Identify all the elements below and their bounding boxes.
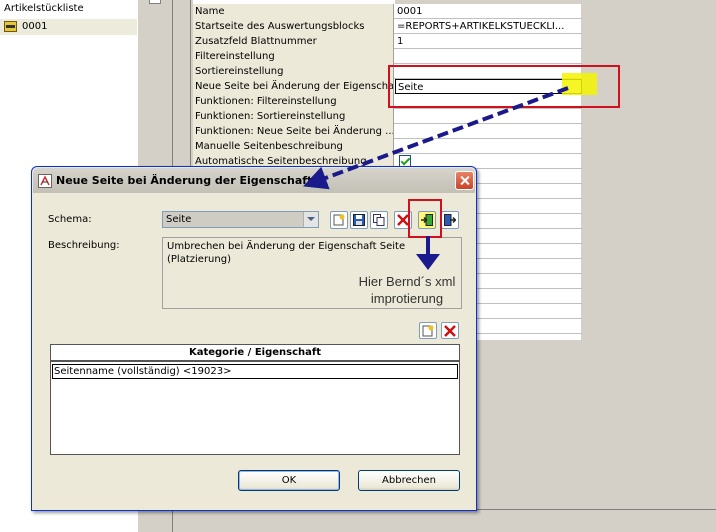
annotation-highlight-top bbox=[562, 73, 597, 95]
schema-dropdown[interactable]: Seite bbox=[162, 211, 319, 228]
property-value[interactable] bbox=[395, 49, 582, 64]
property-row[interactable]: Filtereinstellung bbox=[193, 49, 582, 64]
new-icon bbox=[422, 325, 434, 337]
property-name: Neue Seite bei Änderung der Eigenschaft bbox=[193, 79, 394, 94]
table-header: Kategorie / Eigenschaft bbox=[51, 345, 459, 362]
property-value[interactable] bbox=[395, 139, 582, 154]
app-icon bbox=[38, 174, 52, 188]
property-row[interactable]: Zusatzfeld Blattnummer 1 bbox=[193, 34, 582, 49]
dialog-title: Neue Seite bei Änderung der Eigenschaft bbox=[56, 174, 313, 187]
property-name: Name bbox=[193, 4, 394, 19]
delete-icon bbox=[444, 325, 456, 337]
table-row[interactable]: Seitenname (vollständig) <19023> bbox=[52, 364, 458, 379]
property-row[interactable]: Name 0001 bbox=[193, 4, 582, 19]
annotation-text-line-1: Hier Bernd´s xml bbox=[358, 274, 456, 289]
property-value[interactable]: =REPORTS+ARTIKELKSTUECKLI... bbox=[395, 19, 582, 34]
property-value[interactable] bbox=[395, 109, 582, 124]
new-icon bbox=[333, 214, 345, 226]
property-row[interactable]: Startseite des Auswertungsblocks =REPORTS… bbox=[193, 19, 582, 34]
add-property-button[interactable] bbox=[419, 322, 437, 339]
property-name: Sortiereinstellung bbox=[193, 64, 394, 79]
printer-icon bbox=[4, 21, 17, 32]
tree-node-0001[interactable]: 0001 bbox=[0, 19, 137, 35]
tree-node-label: 0001 bbox=[22, 21, 48, 32]
ok-button[interactable]: OK bbox=[238, 470, 340, 491]
annotation-text-line-2: improtierung bbox=[370, 291, 444, 306]
property-name: Manuelle Seitenbeschreibung bbox=[193, 139, 394, 154]
copy-icon bbox=[373, 214, 385, 226]
property-name: Funktionen: Sortiereinstellung bbox=[193, 109, 394, 124]
property-row[interactable]: Funktionen: Neue Seite bei Änderung ... bbox=[193, 124, 582, 139]
copy-schema-button[interactable] bbox=[370, 211, 388, 229]
description-label: Beschreibung: bbox=[48, 240, 120, 251]
property-name: Filtereinstellung bbox=[193, 49, 394, 64]
annotation-rectangle-import bbox=[408, 199, 442, 238]
property-row[interactable]: Funktionen: Sortiereinstellung bbox=[193, 109, 582, 124]
property-table: Kategorie / Eigenschaft Seitenname (voll… bbox=[50, 344, 460, 455]
property-value[interactable]: 0001 bbox=[395, 4, 582, 19]
property-row[interactable]: Manuelle Seitenbeschreibung bbox=[193, 139, 582, 154]
save-icon bbox=[353, 214, 365, 226]
tree-root-label[interactable]: Artikelstückliste bbox=[4, 3, 84, 14]
new-schema-button[interactable] bbox=[330, 211, 348, 229]
schema-value: Seite bbox=[166, 214, 192, 225]
annotation-text: Hier Bernd´s xml improtierung bbox=[348, 273, 466, 307]
property-name: Zusatzfeld Blattnummer bbox=[193, 34, 394, 49]
property-name: Funktionen: Filtereinstellung bbox=[193, 94, 394, 109]
export-icon bbox=[444, 214, 456, 226]
chevron-down-icon[interactable] bbox=[303, 212, 318, 227]
property-name: Funktionen: Neue Seite bei Änderung ... bbox=[193, 124, 394, 139]
property-value[interactable] bbox=[395, 124, 582, 139]
property-value[interactable]: 1 bbox=[395, 34, 582, 49]
export-schema-button[interactable] bbox=[441, 211, 459, 229]
cancel-button[interactable]: Abbrechen bbox=[358, 470, 460, 491]
property-name: Startseite des Auswertungsblocks bbox=[193, 19, 394, 34]
save-schema-button[interactable] bbox=[350, 211, 368, 229]
close-button[interactable] bbox=[455, 171, 474, 190]
schema-label: Schema: bbox=[48, 214, 92, 225]
dialog-titlebar[interactable]: Neue Seite bei Änderung der Eigenschaft bbox=[33, 168, 475, 193]
remove-property-button[interactable] bbox=[441, 322, 459, 339]
dialog-new-page-on-property-change: Neue Seite bei Änderung der Eigenschaft … bbox=[31, 166, 477, 511]
